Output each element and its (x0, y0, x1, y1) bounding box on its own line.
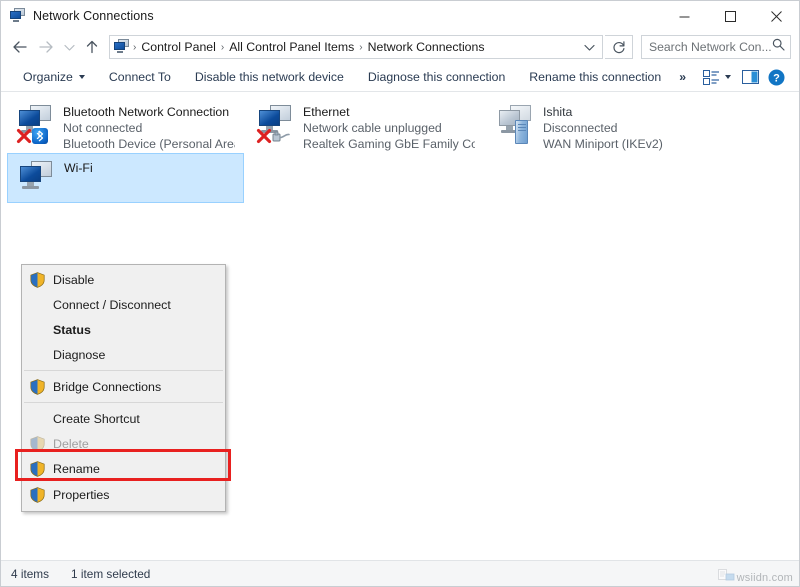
connection-name: Bluetooth Network Connection (63, 105, 230, 119)
context-menu-item-label: Connect / Disconnect (53, 297, 171, 312)
menu-icon-placeholder (26, 294, 48, 316)
breadcrumb[interactable]: › Control Panel › All Control Panel Item… (109, 35, 603, 59)
bluetooth-badge-icon (32, 128, 48, 144)
context-menu-separator (24, 370, 223, 371)
help-icon[interactable]: ? (763, 65, 789, 89)
minimize-button[interactable] (661, 1, 707, 31)
toolbar-right-group: ? (698, 65, 799, 89)
connection-text-block: Ishita Disconnected WAN Miniport (IKEv2) (543, 102, 663, 152)
connection-item-ishita[interactable]: Ishita Disconnected WAN Miniport (IKEv2) (487, 98, 727, 152)
breadcrumb-item-all-control-panel-items[interactable]: All Control Panel Items (225, 40, 358, 54)
status-bar: 4 items 1 item selected wsiidn.com (1, 560, 799, 586)
network-adapter-icon (495, 102, 541, 146)
control-panel-icon (114, 39, 130, 55)
address-bar: › Control Panel › All Control Panel Item… (1, 31, 799, 63)
recent-locations-chevron-icon[interactable] (59, 34, 79, 60)
disable-this-network-device-button[interactable]: Disable this network device (183, 65, 356, 89)
change-view-icon[interactable] (698, 65, 724, 89)
context-menu-item-label: Diagnose (53, 347, 106, 362)
svg-text:?: ? (773, 72, 780, 84)
diagnose-this-connection-button[interactable]: Diagnose this connection (356, 65, 517, 89)
up-arrow-icon[interactable] (79, 34, 105, 60)
command-bar: Organize Connect To Disable this network… (1, 63, 799, 92)
status-item-count: 4 items (11, 566, 50, 581)
context-menu-item-label: Disable (53, 272, 95, 287)
window-title: Network Connections (33, 9, 154, 23)
refresh-icon[interactable] (605, 35, 633, 59)
network-connections-window: Network Connections › Control Panel › Al… (0, 0, 800, 587)
context-menu-item-label: Status (53, 322, 91, 337)
network-cable-badge-icon (272, 130, 292, 142)
menu-icon-placeholder (26, 344, 48, 366)
connection-name: Ishita (543, 105, 573, 119)
shield-icon (26, 376, 48, 398)
search-icon[interactable] (772, 38, 785, 56)
menu-icon-placeholder (26, 408, 48, 430)
connection-status: Network cable unplugged (303, 121, 442, 135)
connection-text-block: Wi-Fi (64, 158, 93, 176)
organize-label: Organize (23, 70, 73, 84)
breadcrumb-item-control-panel[interactable]: Control Panel (137, 40, 220, 54)
network-adapter-icon (15, 102, 61, 146)
connection-item-ethernet[interactable]: Ethernet Network cable unplugged Realtek… (247, 98, 479, 152)
vpn-tower-badge-icon (515, 120, 528, 144)
connection-text-block: Ethernet Network cable unplugged Realtek… (303, 102, 475, 152)
toolbar-overflow-button[interactable]: » (673, 65, 692, 89)
context-menu-item-properties[interactable]: Properties (22, 481, 225, 509)
view-dropdown-caret[interactable] (725, 75, 731, 79)
red-x-icon (256, 128, 272, 144)
breadcrumb-dropdown-icon[interactable] (578, 36, 600, 58)
organize-button[interactable]: Organize (11, 65, 97, 89)
connect-to-button[interactable]: Connect To (97, 65, 183, 89)
connections-grid: Bluetooth Network Connection Not connect… (1, 98, 799, 218)
title-bar: Network Connections (1, 1, 799, 31)
context-menu-item-status[interactable]: Status (22, 317, 225, 342)
connection-status: Disconnected (543, 121, 618, 135)
rename-this-connection-button[interactable]: Rename this connection (517, 65, 673, 89)
chevron-down-icon (78, 75, 85, 79)
shield-icon (26, 269, 48, 291)
back-arrow-icon[interactable] (7, 34, 33, 60)
breadcrumb-item-network-connections[interactable]: Network Connections (364, 40, 489, 54)
network-adapter-icon (255, 102, 301, 146)
status-selection: 1 item selected (71, 566, 151, 581)
connection-item-bluetooth[interactable]: Bluetooth Network Connection Not connect… (7, 98, 239, 152)
connection-device: Bluetooth Device (Personal Area ... (63, 137, 235, 151)
red-x-icon (16, 128, 32, 144)
menu-icon-placeholder (26, 319, 48, 341)
connections-list-view: Bluetooth Network Connection Not connect… (1, 92, 799, 564)
connection-status: Not connected (63, 121, 143, 135)
forward-arrow-icon[interactable] (33, 34, 59, 60)
annotation-highlight-box (15, 449, 231, 481)
search-input[interactable]: Search Network Con... (641, 35, 791, 59)
context-menu-item-label: Create Shortcut (53, 411, 140, 426)
shield-icon (26, 484, 48, 506)
context-menu-item-bridge-connections[interactable]: Bridge Connections (22, 374, 225, 399)
watermark-text: wsiidn.com (736, 572, 793, 584)
context-menu-item-label: Bridge Connections (53, 379, 162, 394)
context-menu-item-diagnose[interactable]: Diagnose (22, 342, 225, 367)
connection-name: Wi-Fi (64, 161, 93, 175)
connection-item-wifi[interactable]: Wi-Fi (7, 153, 244, 203)
connection-device: WAN Miniport (IKEv2) (543, 137, 663, 151)
wireless-adapter-icon (16, 158, 62, 202)
watermark-glyph-icon (717, 569, 735, 584)
close-button[interactable] (753, 1, 799, 31)
network-connections-icon (10, 8, 26, 24)
context-menu-separator (24, 402, 223, 403)
window-controls (661, 1, 799, 31)
preview-pane-icon[interactable] (737, 65, 763, 89)
connection-device: Realtek Gaming GbE Family Contr... (303, 137, 475, 151)
context-menu-item-connect-disconnect[interactable]: Connect / Disconnect (22, 292, 225, 317)
context-menu-item-create-shortcut[interactable]: Create Shortcut (22, 406, 225, 431)
connection-text-block: Bluetooth Network Connection Not connect… (63, 102, 235, 152)
connection-name: Ethernet (303, 105, 350, 119)
search-placeholder: Search Network Con... (649, 40, 772, 54)
maximize-button[interactable] (707, 1, 753, 31)
context-menu-item-label: Properties (53, 488, 110, 502)
watermark: wsiidn.com (717, 569, 793, 584)
context-menu-item-disable[interactable]: Disable (22, 267, 225, 292)
